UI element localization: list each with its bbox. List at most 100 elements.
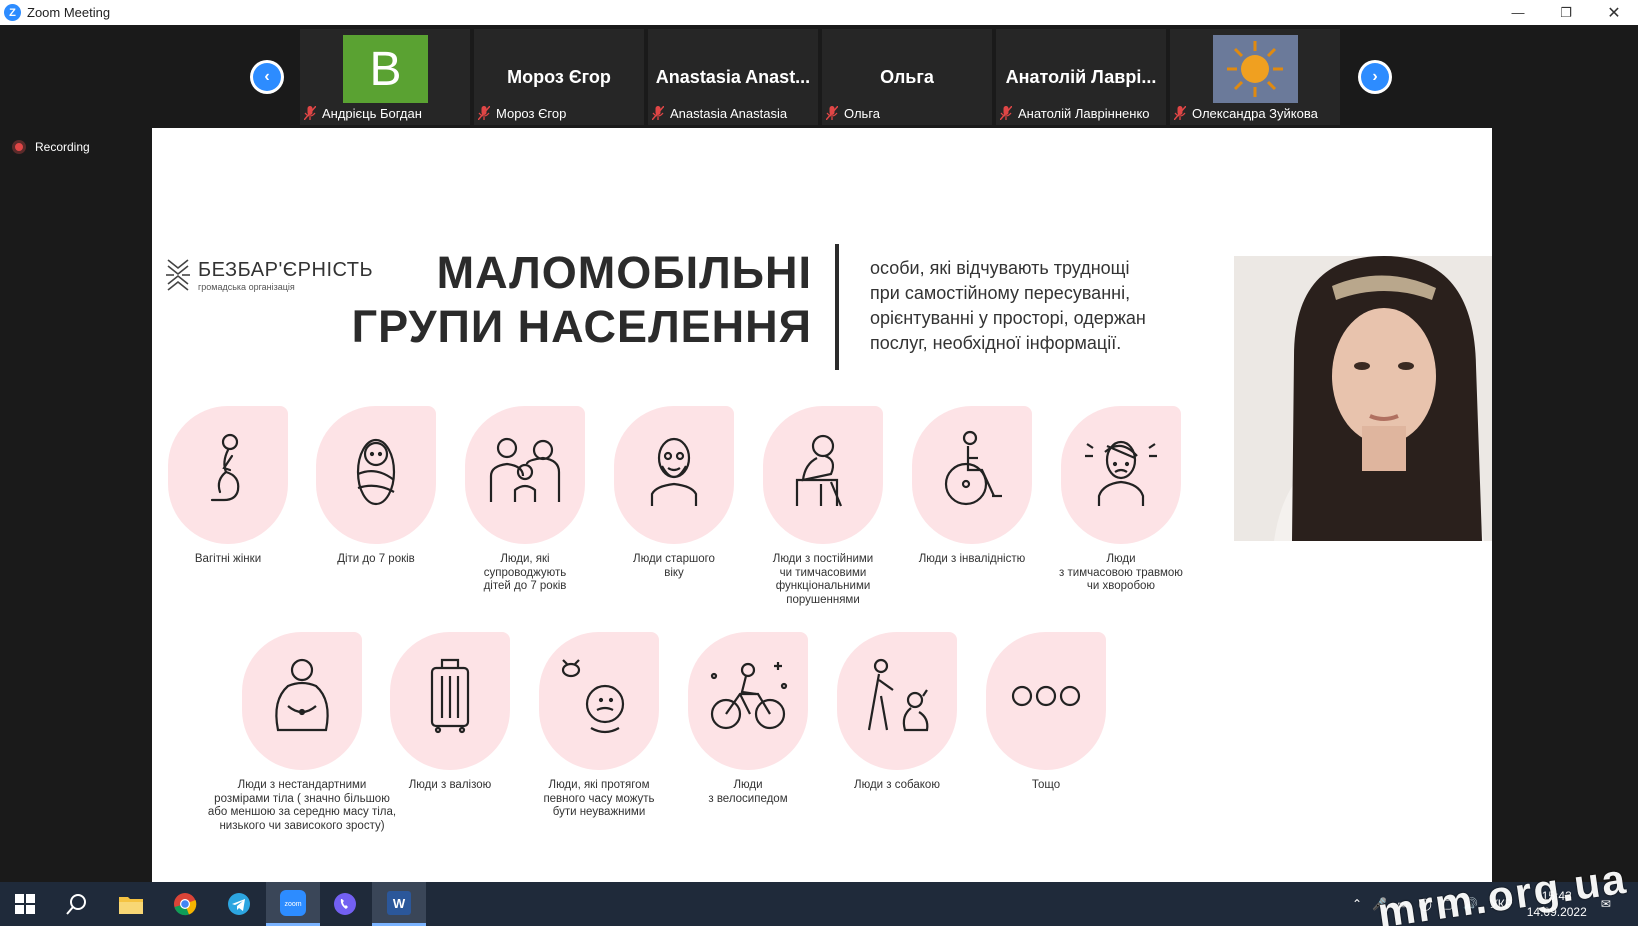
participant-tile[interactable]: B Андрієць Богдан: [300, 29, 470, 125]
wheelchair-icon: [944, 430, 1002, 506]
more-icon: [1011, 685, 1081, 707]
distracted-icon: [561, 659, 625, 734]
mic-muted-icon: [304, 106, 316, 120]
group-tile-pregnant: [168, 406, 288, 544]
group-tile-suitcase: [390, 632, 510, 770]
group-tile-elderly: [614, 406, 734, 544]
taskbar-viber[interactable]: [320, 882, 370, 926]
svg-text:W: W: [393, 896, 406, 911]
participant-name: Анатолій Лаврінненко: [1018, 105, 1150, 121]
slide-description: особи, які відчувають труднощі при самос…: [870, 258, 1146, 353]
body-size-icon: [275, 658, 329, 732]
group-caption: Люди з тимчасовою травмою чи хворобою: [1059, 553, 1183, 592]
family-icon: [489, 437, 561, 502]
search-button[interactable]: [52, 882, 102, 926]
participant-tile[interactable]: Анатолій Лаврі... Анатолій Лаврінненко: [996, 29, 1166, 125]
group-tile-dog: [837, 632, 957, 770]
group-tile-injury: [1061, 406, 1181, 544]
walker-icon: [795, 434, 843, 507]
mic-muted-icon: [652, 106, 664, 120]
group-caption: Люди, які супроводжують дітей до 7 років: [483, 553, 567, 592]
group-tile-bicycle: [688, 632, 808, 770]
sun-avatar-icon: [1213, 35, 1298, 103]
brand-name: БЕЗБАР'ЄРНІСТЬ: [198, 258, 374, 281]
baby-icon: [356, 438, 396, 506]
taskbar-zoom[interactable]: zoom: [266, 882, 320, 926]
group-caption: Люди старшого віку: [633, 553, 715, 579]
group-caption: Люди з інвалідністю: [918, 553, 1026, 565]
zoom-app-icon: zoom: [280, 889, 306, 916]
shared-slide: БЕЗБАР'ЄРНІСТЬ громадська організація МА…: [152, 128, 1492, 882]
speaker-portrait: [1234, 256, 1492, 541]
restore-button[interactable]: ❐: [1542, 0, 1590, 25]
group-caption: Тощо: [1031, 779, 1061, 791]
taskbar-word[interactable]: W: [372, 882, 426, 926]
participant-tile[interactable]: Мороз Єгор Мороз Єгор: [474, 29, 644, 125]
chrome-icon: [174, 893, 197, 916]
avatar: B: [343, 35, 428, 103]
group-caption: Діти до 7 років: [337, 553, 415, 565]
group-tile-baby: [316, 406, 436, 544]
taskbar-chrome[interactable]: [160, 882, 210, 926]
chevron-right-icon: ›: [1361, 63, 1389, 91]
folder-icon: [119, 897, 143, 914]
taskbar-file-explorer[interactable]: [106, 882, 156, 926]
group-caption: Люди з валізою: [408, 779, 492, 791]
minimize-button[interactable]: —: [1494, 0, 1542, 25]
suitcase-icon: [430, 658, 470, 734]
title-bar: Z Zoom Meeting — ❐ ✕: [0, 0, 1638, 25]
gallery-next-button[interactable]: ›: [1358, 60, 1392, 94]
start-button[interactable]: [0, 882, 50, 926]
group-caption: Люди, які протягом певного часу можуть бут…: [543, 779, 655, 818]
group-tile-wheelchair: [912, 406, 1032, 544]
dog-icon: [867, 658, 929, 732]
close-button[interactable]: ✕: [1590, 0, 1638, 25]
group-tile-body-size: [242, 632, 362, 770]
recording-label: Recording: [35, 140, 90, 154]
taskbar-telegram[interactable]: [214, 882, 264, 926]
brand-subtitle: громадська організація: [198, 281, 295, 292]
telegram-icon: [228, 893, 250, 915]
elderly-icon: [650, 437, 698, 506]
group-caption: Вагітні жінки: [194, 553, 262, 565]
mic-muted-icon: [826, 106, 838, 120]
group-caption: Люди з велосипедом: [708, 779, 788, 805]
record-dot-icon: [12, 140, 26, 154]
zoom-logo-icon: Z: [4, 4, 21, 21]
participant-name: Олександра Зуйкова: [1192, 105, 1318, 121]
window-title: Zoom Meeting: [27, 5, 111, 20]
recording-indicator[interactable]: Recording: [12, 140, 90, 154]
windows-logo-icon: [15, 894, 35, 914]
search-icon: [66, 894, 86, 915]
slide-headline: МАЛОМОБІЛЬНІ ГРУПИ НАСЕЛЕННЯ: [351, 247, 812, 352]
group-caption: Люди з собакою: [854, 779, 940, 791]
brand-mark-icon: [166, 259, 190, 291]
group-tile-distracted: [539, 632, 659, 770]
participant-name: Мороз Єгор: [496, 105, 567, 121]
participant-tile[interactable]: Ольга Ольга: [822, 29, 992, 125]
participant-name: Ольга: [844, 105, 881, 121]
participant-display-name: Мороз Єгор: [507, 67, 611, 87]
participant-name: Anastasia Anastasia: [670, 105, 788, 121]
participant-display-name: Ольга: [880, 67, 934, 87]
group-caption: Люди з постійними чи тимчасовими функціона…: [772, 553, 874, 606]
brand-logo: БЕЗБАР'ЄРНІСТЬ громадська організація: [164, 256, 373, 294]
pregnant-icon: [210, 433, 240, 502]
group-tile-more: [986, 632, 1106, 770]
speaker-video[interactable]: [1234, 256, 1492, 541]
mic-muted-icon: [1000, 106, 1012, 120]
viber-icon: [334, 893, 356, 915]
chevron-up-icon[interactable]: ⌃: [1352, 897, 1362, 911]
participant-display-name: Анатолій Лаврі...: [1005, 67, 1157, 87]
participant-display-name: Anastasia Anast...: [655, 67, 811, 87]
bicycle-icon: [710, 662, 788, 730]
participant-tile[interactable]: Anastasia Anast... Anastasia Anastasia: [648, 29, 818, 125]
participant-tile[interactable]: Олександра Зуйкова: [1170, 29, 1340, 125]
injury-icon: [1085, 440, 1157, 506]
group-tile-walker: [763, 406, 883, 544]
participant-name: Андрієць Богдан: [322, 105, 422, 121]
gallery-prev-button[interactable]: ‹: [250, 60, 284, 94]
mic-muted-icon: [478, 106, 490, 120]
word-icon: W: [387, 890, 411, 915]
mic-muted-icon: [1174, 106, 1186, 120]
